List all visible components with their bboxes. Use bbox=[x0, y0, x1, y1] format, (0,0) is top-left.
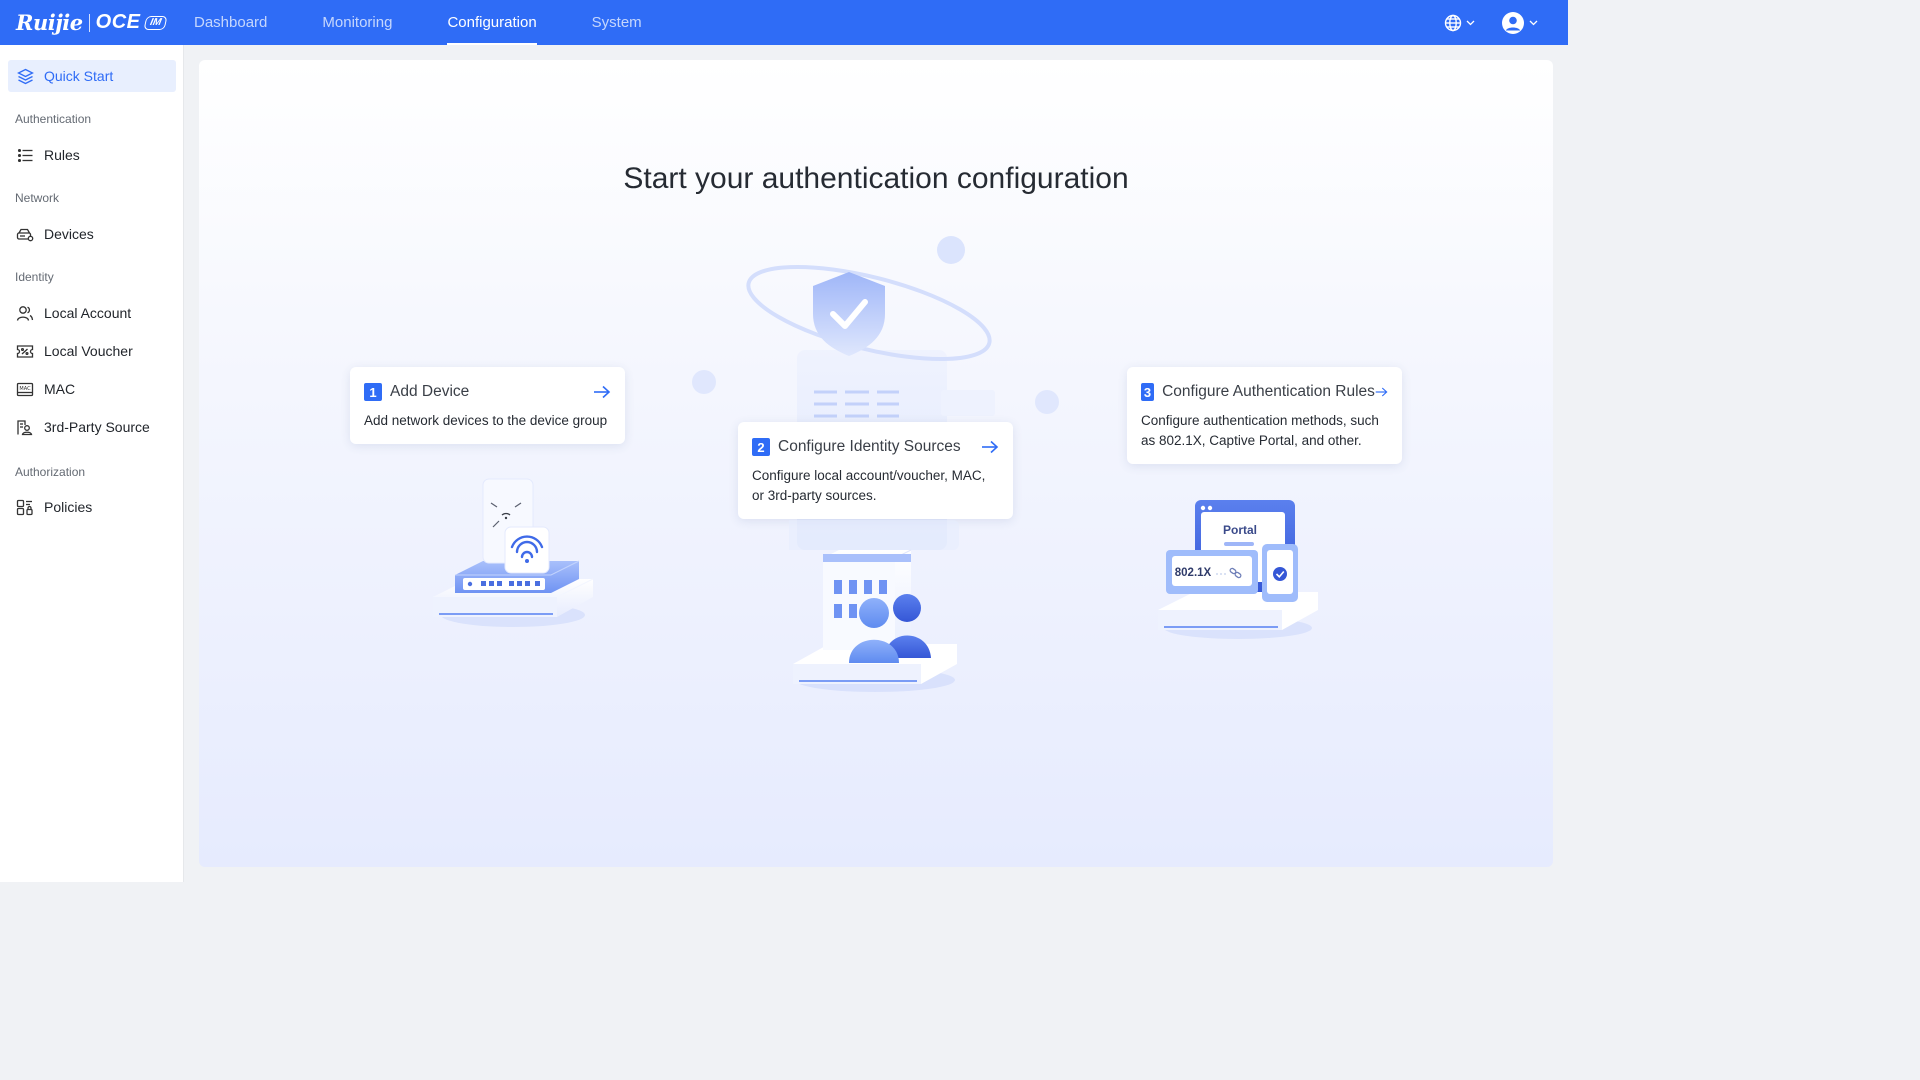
nav-configuration[interactable]: Configuration bbox=[447, 0, 537, 45]
sidebar: Quick Start Authentication Rules Network… bbox=[0, 45, 184, 882]
sidebar-item-label: Rules bbox=[44, 147, 80, 163]
device-switch-illustration bbox=[433, 478, 594, 627]
ruijie-oce-logo[interactable]: Ruijie OCE IM bbox=[16, 10, 169, 35]
mac-icon: MAC bbox=[16, 380, 34, 398]
card-description: Configure authentication methods, such a… bbox=[1141, 413, 1379, 448]
card-description: Add network devices to the device group bbox=[364, 413, 608, 428]
step-card-configure-identity-sources[interactable]: 2 Configure Identity Sources Configure l… bbox=[738, 422, 1013, 519]
nav-dashboard[interactable]: Dashboard bbox=[194, 0, 267, 45]
chevron-down-icon bbox=[1466, 20, 1475, 25]
sidebar-item-label: Local Account bbox=[44, 305, 132, 321]
layers-icon bbox=[16, 67, 34, 85]
arrow-right-icon[interactable] bbox=[1375, 385, 1388, 399]
group-label-authorization: Authorization bbox=[15, 465, 86, 479]
step-number: 1 bbox=[364, 383, 382, 401]
top-navigation-bar: Ruijie OCE IM Dashboard Monitoring Confi… bbox=[0, 0, 1568, 45]
logo-divider bbox=[88, 13, 90, 32]
sidebar-item-label: Devices bbox=[44, 226, 94, 242]
globe-icon bbox=[1444, 14, 1462, 31]
sidebar-item-quick-start[interactable]: Quick Start bbox=[8, 60, 176, 92]
svg-text:MAC: MAC bbox=[19, 386, 31, 392]
sidebar-item-devices[interactable]: Devices bbox=[8, 218, 176, 250]
logo-badge: IM bbox=[143, 15, 169, 30]
sidebar-item-mac[interactable]: MAC MAC bbox=[8, 373, 176, 405]
sidebar-item-local-voucher[interactable]: Local Voucher bbox=[8, 335, 176, 367]
device-icon bbox=[16, 225, 34, 243]
portal-label: Portal bbox=[1223, 523, 1257, 537]
portal-8021x-illustration: Portal 802.1X bbox=[1158, 500, 1318, 639]
topbar-actions bbox=[1444, 0, 1538, 45]
sidebar-item-label: MAC bbox=[44, 381, 76, 397]
arrow-right-icon[interactable] bbox=[981, 440, 999, 454]
third-party-source-icon bbox=[16, 418, 34, 436]
step-card-add-device[interactable]: 1 Add Device Add network devices to the … bbox=[350, 367, 625, 444]
sidebar-item-third-party-source[interactable]: 3rd-Party Source bbox=[8, 411, 176, 443]
logo-product: OCE bbox=[95, 11, 141, 33]
nav-monitoring[interactable]: Monitoring bbox=[322, 0, 392, 45]
sidebar-item-label: Quick Start bbox=[44, 68, 114, 84]
logo-brand: Ruijie bbox=[16, 10, 83, 35]
group-label-identity: Identity bbox=[15, 270, 54, 284]
sidebar-item-label: Local Voucher bbox=[44, 343, 133, 359]
sidebar-item-label: Policies bbox=[44, 499, 93, 515]
card-description: Configure local account/voucher, MAC, or… bbox=[752, 468, 986, 503]
policies-icon bbox=[16, 498, 34, 516]
step-number: 3 bbox=[1141, 383, 1155, 401]
group-label-network: Network bbox=[15, 191, 60, 205]
language-switcher[interactable] bbox=[1444, 14, 1475, 32]
sidebar-item-rules[interactable]: Rules bbox=[8, 139, 176, 171]
sidebar-item-policies[interactable]: Policies bbox=[8, 491, 176, 523]
group-label-authentication: Authentication bbox=[15, 112, 92, 126]
user-menu[interactable] bbox=[1501, 11, 1538, 35]
user-avatar-icon bbox=[1502, 11, 1524, 34]
card-title: Add Device bbox=[390, 383, 470, 400]
card-title: Configure Identity Sources bbox=[778, 438, 961, 455]
step-number: 2 bbox=[752, 438, 770, 456]
voucher-icon bbox=[16, 342, 34, 360]
users-icon bbox=[16, 304, 34, 322]
list-icon bbox=[16, 146, 34, 164]
arrow-right-icon[interactable] bbox=[593, 385, 611, 399]
page-title: Start your authentication configuration bbox=[623, 162, 1129, 195]
dot1x-label: 802.1X bbox=[1175, 567, 1212, 579]
sidebar-item-local-account[interactable]: Local Account bbox=[8, 297, 176, 329]
identity-building-illustration bbox=[789, 520, 959, 692]
sidebar-item-label: 3rd-Party Source bbox=[44, 419, 150, 435]
quick-start-panel: Start your authentication configuration … bbox=[199, 60, 1553, 867]
nav-system[interactable]: System bbox=[592, 0, 642, 45]
card-title: Configure Authentication Rules bbox=[1162, 383, 1375, 400]
main-nav: Dashboard Monitoring Configuration Syste… bbox=[194, 0, 642, 45]
step-card-configure-authentication-rules[interactable]: 3 Configure Authentication Rules Configu… bbox=[1127, 367, 1402, 464]
chevron-down-icon bbox=[1529, 20, 1538, 25]
